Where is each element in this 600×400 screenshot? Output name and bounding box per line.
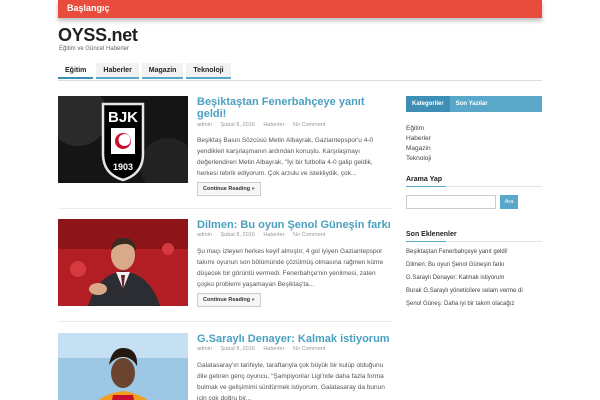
post-comments[interactable]: No Comment <box>293 232 325 238</box>
site-description: Eğitim ve Güncel Haberler <box>59 46 130 52</box>
post-thumbnail-denayer[interactable] <box>58 333 188 400</box>
sidebar: Kategoriler Son Yazılar Eğitim Haberler … <box>406 96 542 311</box>
post-thumbnail-bjk[interactable]: BJK 1903 <box>58 96 188 183</box>
post-excerpt: Beşiktaş Basın Sözcüsü Metin Albayrak, G… <box>197 137 374 177</box>
nav-divider <box>58 80 542 81</box>
recent-widget-title: Son Eklenenler <box>406 231 542 242</box>
category-item[interactable]: Eğitim <box>406 124 542 134</box>
tab-son-yazilar[interactable]: Son Yazılar <box>450 96 494 112</box>
post-category[interactable]: Haberler <box>263 122 284 128</box>
post-title[interactable]: Dilmen: Bu oyun Şenol Güneşin farkı <box>197 219 392 231</box>
continue-reading-button[interactable]: Continue Reading » <box>197 293 261 307</box>
category-item[interactable]: Magazin <box>406 144 542 154</box>
post-excerpt: Şu maçı izleyen herkes keyif almıştır, 4… <box>197 248 384 288</box>
post-divider <box>58 321 392 322</box>
top-bar: Başlangıç <box>58 0 542 18</box>
post-category[interactable]: Haberler <box>263 232 284 238</box>
recent-post-link[interactable]: Burak G.Saraylı yöneticilere selam verme… <box>406 285 542 298</box>
dilmen-photo <box>58 219 188 306</box>
bjk-letters: BJK <box>108 109 138 126</box>
search-form: Ara <box>406 195 542 209</box>
post-title[interactable]: Beşiktaştan Fenerbahçeye yanıt geldi! <box>197 96 392 120</box>
nav-item-teknoloji[interactable]: Teknoloji <box>186 63 231 79</box>
category-list: Eğitim Haberler Magazin Teknoloji <box>406 124 542 164</box>
post-title[interactable]: G.Saraylı Denayer: Kalmak istiyorum <box>197 333 392 345</box>
post-date: Şubat 8, 2016 <box>220 232 255 238</box>
post-thumbnail-dilmen[interactable] <box>58 219 188 306</box>
post-comments[interactable]: No Comment <box>293 346 325 352</box>
recent-post-link[interactable]: Şenol Güneş: Daha iyi bir takım olacağız <box>406 298 542 311</box>
search-input[interactable] <box>406 195 496 209</box>
bjk-logo-image: BJK 1903 <box>58 96 188 183</box>
recent-post-link[interactable]: Dilmen: Bu oyun Şenol Güneşin farkı <box>406 259 542 272</box>
post-meta: admin Şubat 8, 2016 Haberler No Comment <box>197 346 332 352</box>
recent-posts-list: Beşiktaştan Fenerbahçeye yanıt geldi! Di… <box>406 246 542 311</box>
search-button[interactable]: Ara <box>500 195 518 209</box>
category-item[interactable]: Haberler <box>406 134 542 144</box>
site-title[interactable]: OYSS.net <box>58 25 138 46</box>
nav-item-haberler[interactable]: Haberler <box>96 63 139 79</box>
recent-post-link[interactable]: Beşiktaştan Fenerbahçeye yanıt geldi! <box>406 246 542 259</box>
main-nav: Eğitim Haberler Magazin Teknoloji <box>58 63 234 81</box>
sidebar-tabs: Kategoriler Son Yazılar <box>406 96 542 112</box>
bjk-year: 1903 <box>113 162 133 172</box>
post-item: G.Saraylı Denayer: Kalmak istiyorum admi… <box>58 333 392 400</box>
post-item: BJK 1903 Beşiktaştan Fenerbahçeye yanıt … <box>58 96 392 216</box>
post-author[interactable]: admin <box>197 232 212 238</box>
category-item[interactable]: Teknoloji <box>406 154 542 164</box>
post-item: Dilmen: Bu oyun Şenol Güneşin farkı admi… <box>58 219 392 334</box>
post-author[interactable]: admin <box>197 122 212 128</box>
denayer-photo <box>58 333 188 400</box>
post-meta: admin Şubat 8, 2016 Haberler No Comment <box>197 122 332 128</box>
post-meta: admin Şubat 8, 2016 Haberler No Comment <box>197 232 332 238</box>
post-date: Şubat 8, 2016 <box>220 346 255 352</box>
home-link[interactable]: Başlangıç <box>67 3 110 13</box>
post-divider <box>58 208 392 209</box>
post-excerpt: Galatasaray'ın tarihiyle, taraftarıyla ç… <box>197 362 385 400</box>
post-date: Şubat 8, 2016 <box>220 122 255 128</box>
post-category[interactable]: Haberler <box>263 346 284 352</box>
nav-item-magazin[interactable]: Magazin <box>141 63 184 79</box>
nav-item-egitim[interactable]: Eğitim <box>58 63 94 79</box>
post-author[interactable]: admin <box>197 346 212 352</box>
continue-reading-button[interactable]: Continue Reading » <box>197 182 261 196</box>
search-widget-title: Arama Yap <box>406 176 542 187</box>
recent-post-link[interactable]: G.Saraylı Denayer: Kalmak istiyorum <box>406 272 542 285</box>
tab-kategoriler[interactable]: Kategoriler <box>406 96 450 112</box>
post-comments[interactable]: No Comment <box>293 122 325 128</box>
